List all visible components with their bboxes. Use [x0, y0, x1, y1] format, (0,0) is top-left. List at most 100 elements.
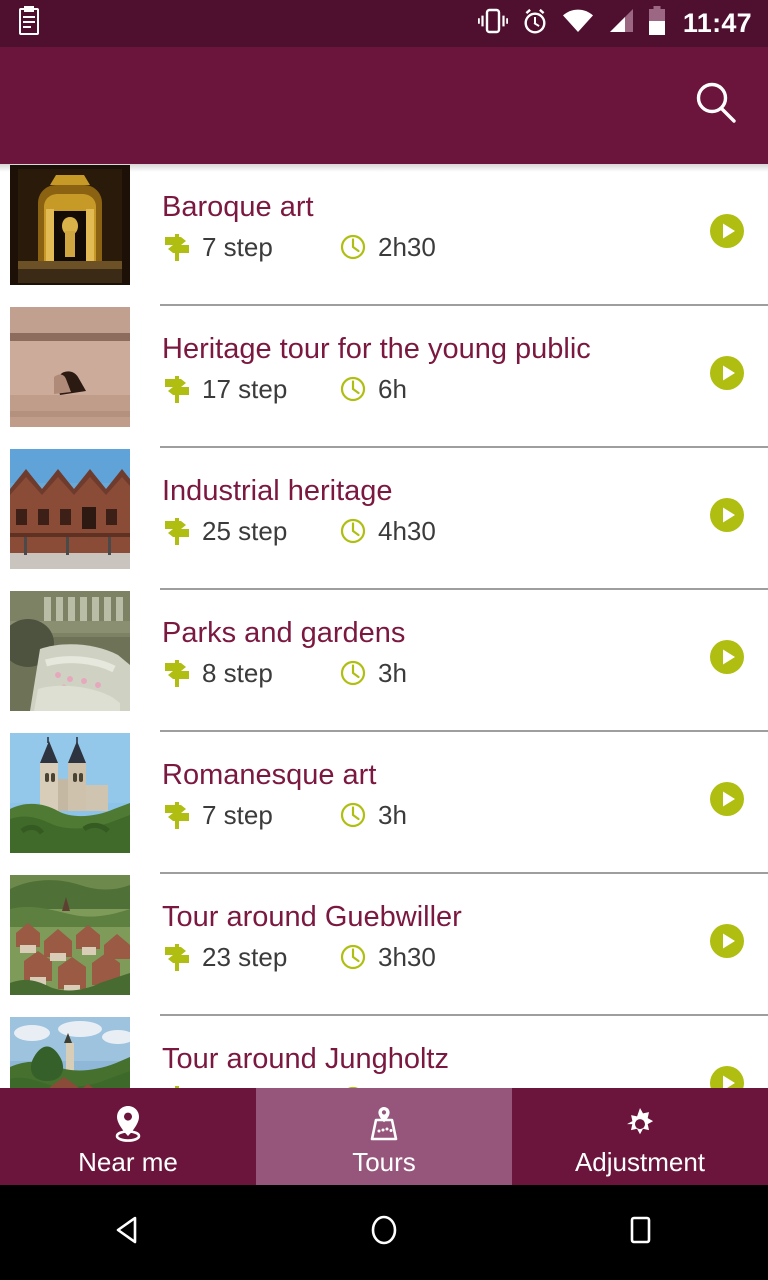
clock-icon [338, 802, 368, 828]
list-item-title: Baroque art [162, 191, 314, 223]
tab-label: Adjustment [574, 1146, 706, 1177]
romanesque-church-thumbnail [10, 733, 130, 853]
tours-list[interactable]: Baroque art 7 step 2h30 Heritage tour fo… [0, 164, 768, 1088]
steps-text: 23 step [202, 942, 288, 972]
list-item[interactable]: Baroque art 7 step 2h30 [0, 164, 768, 306]
tab-label: Tours [352, 1146, 416, 1177]
gear-icon [619, 1103, 661, 1145]
signpost-icon [162, 942, 192, 972]
list-item[interactable]: Heritage tour for the young public 17 st… [0, 306, 768, 448]
list-item-title: Romanesque art [162, 759, 377, 791]
duration-text: 6h [378, 374, 407, 404]
play-button[interactable] [710, 498, 744, 532]
list-item[interactable]: Romanesque art 7 step 3h [0, 732, 768, 874]
brick-factory-thumbnail [10, 449, 130, 569]
play-button[interactable] [710, 214, 744, 248]
steps-text: 17 step [202, 374, 288, 404]
signpost-icon [162, 374, 192, 404]
clock-icon [338, 376, 368, 402]
list-item-body: Heritage tour for the young public 17 st… [162, 306, 768, 448]
list-item-body: Baroque art 7 step 2h30 [162, 164, 768, 306]
battery-icon [648, 6, 666, 41]
clock-icon [338, 944, 368, 970]
duration-group: 3h30 [338, 944, 436, 970]
list-item-meta: 7 step 3h [162, 800, 768, 830]
list-item-body: Tour around Guebwiller 23 step 3h30 [162, 874, 768, 1016]
list-item[interactable]: Industrial heritage 25 step 4h30 [0, 448, 768, 590]
app-root: 11:47 Baroque art 7 step 2h30 Heritage t… [0, 0, 768, 1280]
steps-group: 23 step [162, 942, 338, 972]
search-button[interactable] [684, 74, 748, 138]
list-item-body: Tour around Jungholtz [162, 1016, 768, 1088]
duration-text: 2h30 [378, 232, 436, 262]
back-triangle-icon [108, 1210, 148, 1255]
list-item-title: Heritage tour for the young public [162, 333, 591, 365]
bottom-tab-bar: Near me Tours Adjustment [0, 1088, 768, 1185]
tab-label: Near me [78, 1146, 178, 1177]
garden-fountain-thumbnail [10, 591, 130, 711]
list-item[interactable]: Parks and gardens 8 step 3h [0, 590, 768, 732]
alarm-icon [521, 7, 549, 40]
status-bar-right-icons: 11:47 [477, 6, 752, 41]
clock-icon [338, 660, 368, 686]
guebwiller-village-thumbnail [10, 875, 130, 995]
tab-tours[interactable]: Tours [256, 1088, 512, 1185]
android-nav-bar [0, 1185, 768, 1280]
wifi-icon [562, 8, 594, 39]
play-button[interactable] [710, 356, 744, 390]
list-item-meta: 8 step 3h [162, 658, 768, 688]
status-bar-left-icons [16, 6, 42, 41]
steps-group: 7 step [162, 800, 338, 830]
play-button[interactable] [710, 782, 744, 816]
list-item-title: Parks and gardens [162, 617, 406, 649]
recents-button[interactable] [580, 1185, 700, 1280]
signpost-icon [162, 516, 192, 546]
clipboard-icon [16, 6, 42, 41]
duration-group: 3h [338, 660, 407, 686]
jungholtz-church-thumbnail [10, 1017, 130, 1088]
list-item-body: Industrial heritage 25 step 4h30 [162, 448, 768, 590]
app-bar [0, 47, 768, 164]
play-button[interactable] [710, 924, 744, 958]
duration-text: 3h [378, 658, 407, 688]
search-icon [692, 79, 740, 132]
play-button[interactable] [710, 1066, 744, 1088]
list-item[interactable]: Tour around Guebwiller 23 step 3h30 [0, 874, 768, 1016]
location-pin-icon [107, 1103, 149, 1145]
duration-group: 4h30 [338, 518, 436, 544]
vibrate-icon [477, 7, 508, 40]
duration-group: 6h [338, 376, 407, 402]
list-item[interactable]: Tour around Jungholtz [0, 1016, 768, 1088]
list-item-meta: 7 step 2h30 [162, 232, 768, 262]
steps-group: 25 step [162, 516, 338, 546]
tab-adjustment[interactable]: Adjustment [512, 1088, 768, 1185]
list-item-body: Parks and gardens 8 step 3h [162, 590, 768, 732]
home-circle-icon [364, 1210, 404, 1255]
duration-group: 2h30 [338, 234, 436, 260]
list-item-meta: 25 step 4h30 [162, 516, 768, 546]
back-button[interactable] [68, 1185, 188, 1280]
list-item-body: Romanesque art 7 step 3h [162, 732, 768, 874]
steps-text: 8 step [202, 658, 273, 688]
list-item-title: Industrial heritage [162, 475, 393, 507]
clock-icon [338, 518, 368, 544]
recents-square-icon [620, 1210, 660, 1255]
duration-group: 3h [338, 802, 407, 828]
duration-text: 4h30 [378, 516, 436, 546]
status-bar-clock: 11:47 [682, 8, 752, 38]
steps-text: 25 step [202, 516, 288, 546]
home-button[interactable] [324, 1185, 444, 1280]
clock-icon [338, 234, 368, 260]
play-button[interactable] [710, 640, 744, 674]
tab-near-me[interactable]: Near me [0, 1088, 256, 1185]
signpost-icon [162, 658, 192, 688]
steps-group: 17 step [162, 374, 338, 404]
list-item-meta: 23 step 3h30 [162, 942, 768, 972]
steps-text: 7 step [202, 800, 273, 830]
signal-icon [607, 8, 635, 39]
baroque-altar-thumbnail [10, 165, 130, 285]
list-item-meta: 17 step 6h [162, 374, 768, 404]
signpost-icon [162, 232, 192, 262]
steps-group: 8 step [162, 658, 338, 688]
duration-text: 3h [378, 800, 407, 830]
